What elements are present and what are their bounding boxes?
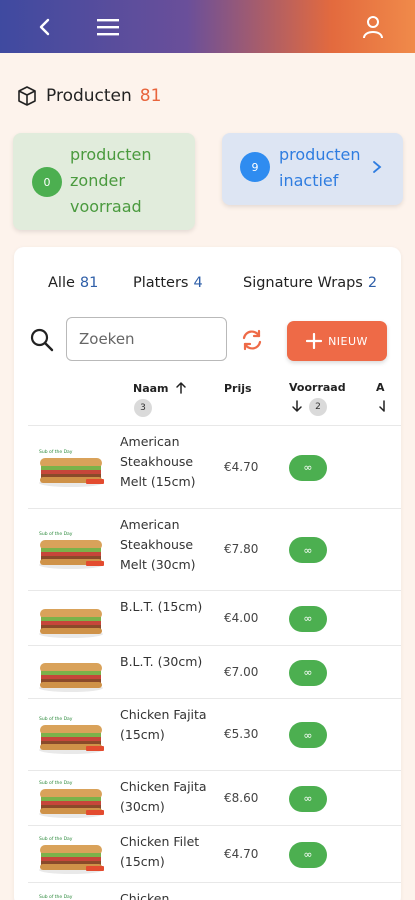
stock-status-pill[interactable]: ∞ <box>289 659 327 686</box>
column-header-name-label: Naam <box>133 382 169 395</box>
inactive-text-line2: inactief <box>279 171 339 190</box>
column-header-stock[interactable]: Voorraad <box>289 381 346 394</box>
product-name: American Steakhouse Melt (30cm) <box>120 517 196 572</box>
product-thumbnail: Sub of the Day <box>39 716 104 754</box>
product-thumbnail: Sub of the Day <box>39 780 104 818</box>
inactive-text: producten inactief <box>279 142 361 194</box>
svg-text:Sub of the Day: Sub of the Day <box>39 836 73 842</box>
top-app-bar <box>0 0 415 53</box>
inactive-text-line1: producten <box>279 145 361 164</box>
table-row[interactable]: Sub of the Day Chicken Filet (15cm) €4.70 ∞ <box>28 825 401 882</box>
product-name: B.L.T. (30cm) <box>120 654 203 669</box>
tab-alle-count: 81 <box>79 275 99 291</box>
tab-signature-wraps[interactable]: Signature Wraps 2 <box>243 265 377 301</box>
product-price: €7.80 <box>224 542 259 556</box>
svg-text:Sub of the Day: Sub of the Day <box>39 780 73 786</box>
out-of-stock-count-badge: 0 <box>32 167 62 197</box>
svg-text:Sub of the Day: Sub of the Day <box>39 449 73 455</box>
out-of-stock-text: producten zonder voorraad <box>70 142 152 220</box>
new-product-button[interactable]: NIEUW <box>287 321 387 361</box>
stock-status-pill[interactable]: ∞ <box>289 454 327 481</box>
column-header-extra[interactable]: A <box>376 381 385 394</box>
stock-status-pill[interactable]: ∞ <box>289 605 327 632</box>
search-input[interactable] <box>66 317 227 361</box>
product-thumbnail: Sub of the Day <box>39 894 73 900</box>
svg-text:Sub of the Day: Sub of the Day <box>39 716 73 722</box>
plus-icon <box>306 333 323 349</box>
sort-descending-icon <box>292 400 302 412</box>
box-icon <box>18 86 36 106</box>
product-name: Chicken Fajita (15cm) <box>120 707 207 742</box>
sort-ascending-icon <box>176 382 187 394</box>
out-of-stock-text-line1: producten <box>70 145 152 164</box>
product-thumbnail: Sub of the Day <box>39 836 104 874</box>
table-row[interactable]: Sub of the Day Chicken Fajita (15cm) €5.30… <box>28 698 401 770</box>
product-price: €4.70 <box>224 846 259 861</box>
menu-button[interactable] <box>92 0 124 53</box>
name-sort-badge: 3 <box>134 399 152 417</box>
new-product-button-label: NIEUW <box>328 334 368 348</box>
tab-signature-wraps-count: 2 <box>367 275 378 291</box>
product-name: Chicken <box>120 891 170 900</box>
inactive-products-card[interactable]: 9 producten inactief <box>222 133 403 205</box>
out-of-stock-text-line2: zonder <box>70 171 125 190</box>
inactive-count-badge: 9 <box>240 152 270 182</box>
table-row[interactable]: B.L.T. (30cm) €7.00 ∞ <box>28 645 401 698</box>
product-thumbnail <box>39 608 103 638</box>
tab-signature-wraps-label: Signature Wraps <box>243 275 363 291</box>
stock-sort-badge: 2 <box>309 398 327 416</box>
product-thumbnail: Sub of the Day <box>39 449 104 487</box>
stock-status-pill[interactable]: ∞ <box>289 722 327 748</box>
product-name: Chicken Filet (15cm) <box>120 834 200 869</box>
user-icon <box>363 15 383 38</box>
user-account-button[interactable] <box>356 0 390 53</box>
product-name: B.L.T. (15cm) <box>120 599 203 614</box>
product-name: Chicken Fajita (30cm) <box>120 779 207 814</box>
stock-status-pill[interactable]: ∞ <box>289 537 327 563</box>
product-thumbnail <box>39 663 103 692</box>
product-price: €4.00 <box>224 610 259 625</box>
chevron-left-icon <box>39 18 50 35</box>
page-title-label: Producten <box>46 86 132 106</box>
refresh-icon[interactable] <box>240 328 264 352</box>
product-price: €8.60 <box>224 790 259 805</box>
table-row[interactable]: Sub of the Day American Steakhouse Melt (… <box>28 508 401 590</box>
tab-platters-label: Platters <box>133 275 189 291</box>
column-header-price[interactable]: Prijs <box>224 382 252 395</box>
out-of-stock-text-line3: voorraad <box>70 197 142 216</box>
product-name: American Steakhouse Melt (15cm) <box>120 434 196 489</box>
tab-alle[interactable]: Alle 81 <box>48 265 98 301</box>
out-of-stock-card[interactable]: 0 producten zonder voorraad <box>13 133 195 230</box>
product-price: €7.00 <box>224 664 259 679</box>
stock-status-pill[interactable]: ∞ <box>289 785 327 812</box>
product-price: €4.70 <box>224 459 259 474</box>
back-button[interactable] <box>28 0 62 53</box>
tab-platters[interactable]: Platters 4 <box>133 265 203 301</box>
search-icon[interactable] <box>29 327 55 353</box>
table-row[interactable]: Sub of the DayChicken€7.80∞ <box>28 882 401 900</box>
products-panel: Alle81 Platters4 Signature Wraps2 NIEUW … <box>14 247 401 900</box>
tab-platters-count: 4 <box>193 275 203 291</box>
column-header-name[interactable]: Naam <box>133 381 187 395</box>
sort-descending-icon <box>379 400 385 412</box>
product-thumbnail: Sub of the Day <box>39 531 104 569</box>
chevron-right-icon <box>373 161 382 173</box>
category-tabs: Alle 81 Platters 4 Signature Wraps 2 <box>14 265 401 301</box>
table-row[interactable]: Sub of the Day Chicken Fajita (30cm) €8.60… <box>28 770 401 825</box>
svg-text:Sub of the Day: Sub of the Day <box>39 894 73 900</box>
svg-text:Sub of the Day: Sub of the Day <box>39 531 73 537</box>
page-title-count: 81 <box>139 86 162 106</box>
table-row[interactable]: Sub of the Day American Steakhouse Melt (… <box>28 425 401 508</box>
table-row[interactable]: B.L.T. (15cm) €4.00 ∞ <box>28 590 401 645</box>
stock-status-pill[interactable]: ∞ <box>289 841 327 868</box>
product-price: €5.30 <box>224 727 259 741</box>
page-title: Producten 81 <box>16 82 161 110</box>
tab-alle-label: Alle <box>48 275 75 291</box>
hamburger-menu-icon <box>97 18 119 35</box>
